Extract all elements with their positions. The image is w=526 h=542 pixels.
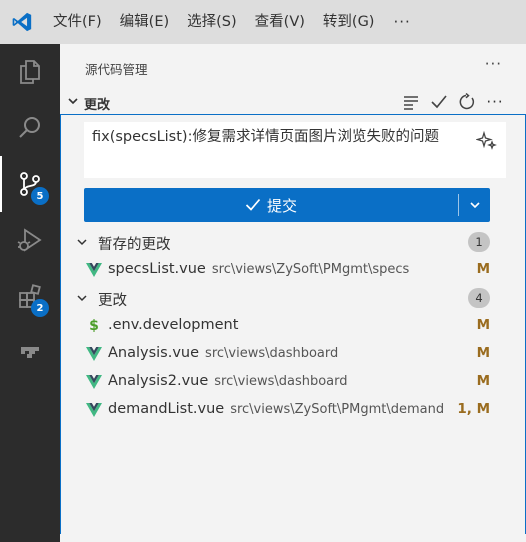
- staged-changes-group[interactable]: 暂存的更改 1: [60, 228, 526, 256]
- file-path: src\views\ZySoft\PMgmt\demand: [230, 402, 445, 417]
- check-icon: [245, 198, 261, 211]
- commit-message-input[interactable]: fix(specsList):修复需求详情页面图片浏览失败的问题: [84, 122, 506, 178]
- count-badge: 4: [468, 288, 490, 308]
- scm-badge: 5: [31, 187, 49, 205]
- source-control-sidebar: 源代码管理 ··· 更改 ··· fix(specsList):修复需求详情页面…: [60, 44, 526, 542]
- files-icon: [20, 60, 40, 84]
- refresh-button[interactable]: [456, 92, 478, 112]
- activity-bar: 5 2: [0, 44, 60, 542]
- file-item[interactable]: demandList.vue src\views\ZySoft\PMgmt\dem…: [60, 396, 526, 424]
- check-icon: [431, 95, 447, 109]
- changes-section-header[interactable]: 更改 ···: [60, 90, 526, 114]
- menu-selection[interactable]: 选择(S): [178, 0, 246, 44]
- vue-icon: [86, 374, 102, 390]
- group-title: 更改: [98, 293, 127, 309]
- commit-button[interactable]: 提交: [84, 188, 490, 222]
- file-status: M: [476, 261, 490, 277]
- commit-main-action[interactable]: 提交: [84, 188, 458, 222]
- vue-icon: [86, 402, 102, 418]
- menu-bar: 文件(F) 编辑(E) 选择(S) 查看(V) 转到(G) ···: [44, 0, 421, 44]
- section-more-button[interactable]: ···: [484, 92, 506, 112]
- sidebar-more-button[interactable]: ···: [485, 55, 502, 73]
- count-badge: 1: [468, 232, 490, 252]
- file-status: 1, M: [457, 401, 490, 417]
- commit-message-text: fix(specsList):修复需求详情页面图片浏览失败的问题: [92, 129, 439, 145]
- file-path: src\views\dashboard: [214, 374, 348, 389]
- run-debug-button[interactable]: [0, 212, 60, 268]
- file-path: src\views\ZySoft\PMgmt\specs: [211, 262, 410, 277]
- section-title: 更改: [84, 98, 111, 113]
- file-name: .env.development: [108, 317, 239, 333]
- chevron-down-icon: [77, 295, 87, 302]
- file-path: src\views\dashboard: [205, 346, 339, 361]
- menu-go[interactable]: 转到(G): [314, 0, 384, 44]
- source-control-button[interactable]: 5: [0, 156, 60, 212]
- menu-file[interactable]: 文件(F): [44, 0, 111, 44]
- search-button[interactable]: [0, 100, 60, 156]
- file-status: M: [476, 317, 490, 333]
- commit-dropdown-button[interactable]: [459, 188, 490, 222]
- changes-group[interactable]: 更改 4: [60, 284, 526, 312]
- file-name: demandList.vue src\views\ZySoft\PMgmt\dem…: [108, 401, 445, 417]
- file-item[interactable]: Analysis.vue src\views\dashboard M: [60, 340, 526, 368]
- file-item[interactable]: specsList.vue src\views\ZySoft\PMgmt\spec…: [60, 256, 526, 284]
- file-item[interactable]: $ .env.development M: [60, 312, 526, 340]
- file-item[interactable]: Analysis2.vue src\views\dashboard M: [60, 368, 526, 396]
- run-debug-icon: [17, 228, 42, 252]
- file-name: Analysis2.vue src\views\dashboard: [108, 373, 348, 389]
- chevron-down-icon: [68, 98, 78, 105]
- file-status: M: [476, 345, 490, 361]
- chevron-down-icon: [77, 239, 87, 246]
- explorer-button[interactable]: [0, 44, 60, 100]
- vue-icon: [86, 346, 102, 362]
- extensions-button[interactable]: 2: [0, 268, 60, 324]
- vscode-logo-icon[interactable]: [0, 0, 44, 44]
- dollar-icon: $: [89, 318, 99, 334]
- file-name: Analysis.vue src\views\dashboard: [108, 345, 339, 361]
- list-icon: [404, 96, 418, 110]
- chevron-down-icon: [469, 202, 480, 209]
- title-bar: 文件(F) 编辑(E) 选择(S) 查看(V) 转到(G) ···: [0, 0, 526, 44]
- menu-edit[interactable]: 编辑(E): [111, 0, 178, 44]
- vue-icon: [86, 262, 102, 278]
- file-status: M: [476, 373, 490, 389]
- status-area: [60, 534, 526, 542]
- group-title: 暂存的更改: [98, 237, 171, 253]
- view-as-tree-button[interactable]: [400, 92, 422, 112]
- menu-view[interactable]: 查看(V): [246, 0, 314, 44]
- extensions-badge: 2: [31, 299, 49, 317]
- commit-check-button[interactable]: [428, 92, 450, 112]
- sidebar-title: 源代码管理: [85, 62, 148, 77]
- sidebar-header: 源代码管理 ···: [60, 44, 526, 90]
- search-icon: [19, 117, 40, 138]
- commit-button-label: 提交: [266, 196, 297, 215]
- remote-button[interactable]: [0, 324, 60, 380]
- remote-explorer-icon: [21, 347, 39, 358]
- section-actions: ···: [400, 92, 506, 112]
- sparkle-icon[interactable]: [476, 130, 498, 152]
- refresh-icon: [459, 93, 475, 110]
- menu-more-button[interactable]: ···: [383, 0, 420, 44]
- file-name: specsList.vue src\views\ZySoft\PMgmt\spec…: [108, 261, 410, 277]
